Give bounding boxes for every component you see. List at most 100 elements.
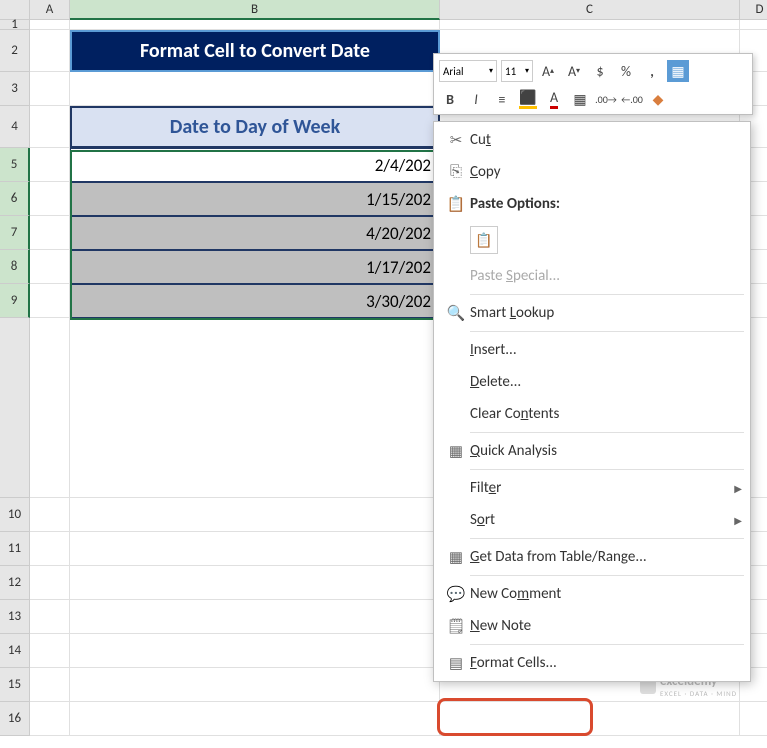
row-header-3[interactable]: 3 xyxy=(0,72,30,106)
table-header-cell[interactable]: Date to Day of Week xyxy=(70,106,440,148)
align-icon[interactable]: ≡ xyxy=(491,88,513,110)
data-cell[interactable]: 4/20/202 xyxy=(70,216,440,250)
title-cell[interactable]: Format Cell to Convert Date xyxy=(70,30,440,72)
menu-new-comment[interactable]: 💬 New Comment xyxy=(434,578,750,610)
cell[interactable] xyxy=(30,498,70,532)
col-header-d[interactable]: D xyxy=(740,0,767,20)
row-header-6[interactable]: 6 xyxy=(0,182,30,216)
row-header-4[interactable]: 4 xyxy=(0,106,30,148)
menu-quick-analysis[interactable]: ▦ Quick Analysis xyxy=(434,435,750,467)
menu-insert[interactable]: Insert... xyxy=(434,334,750,366)
row-header-1[interactable]: 1 xyxy=(0,20,30,30)
increase-font-icon[interactable]: A▴ xyxy=(537,60,559,82)
cell[interactable] xyxy=(30,600,70,634)
row-header-9[interactable]: 9 xyxy=(0,284,30,318)
bold-icon[interactable]: B xyxy=(439,88,461,110)
font-color-icon[interactable]: A xyxy=(543,88,565,110)
decrease-font-icon[interactable]: A▾ xyxy=(563,60,585,82)
row-header-5[interactable]: 5 xyxy=(0,148,30,182)
cell[interactable] xyxy=(30,148,70,182)
cell[interactable] xyxy=(30,72,70,106)
menu-separator xyxy=(470,538,744,539)
cell[interactable] xyxy=(70,532,440,566)
menu-cut[interactable]: ✂ Cut xyxy=(434,124,750,156)
cell[interactable] xyxy=(70,498,440,532)
cell[interactable] xyxy=(70,566,440,600)
col-header-c[interactable]: C xyxy=(440,0,740,20)
row-header-10[interactable]: 10 xyxy=(0,498,30,532)
menu-smart-lookup[interactable]: 🔍 Smart Lookup xyxy=(434,297,750,329)
cell[interactable] xyxy=(30,566,70,600)
format-painter-icon[interactable]: ▦ xyxy=(667,60,689,82)
clear-format-icon[interactable]: ◆ xyxy=(647,88,669,110)
menu-sort[interactable]: Sort ▶ xyxy=(434,504,750,536)
row-header-16[interactable]: 16 xyxy=(0,702,30,736)
menu-label: Quick Analysis xyxy=(470,442,742,460)
col-header-b[interactable]: B xyxy=(70,0,440,20)
menu-label: Filter xyxy=(470,479,734,497)
data-cell[interactable]: 3/30/202 xyxy=(70,284,440,318)
cell[interactable] xyxy=(30,250,70,284)
menu-separator xyxy=(470,294,744,295)
menu-get-data[interactable]: ▦ Get Data from Table/Range... xyxy=(434,541,750,573)
copy-icon: ⎘ xyxy=(442,163,470,181)
cell[interactable] xyxy=(70,634,440,668)
cell[interactable] xyxy=(30,318,70,498)
menu-format-cells[interactable]: ▤ Format Cells... xyxy=(434,647,750,679)
paste-option-row: 📋 xyxy=(434,220,750,260)
cell[interactable] xyxy=(70,20,440,30)
paste-default-icon[interactable]: 📋 xyxy=(470,226,498,254)
col-header-a[interactable]: A xyxy=(30,0,70,20)
menu-filter[interactable]: Filter ▶ xyxy=(434,472,750,504)
cell[interactable] xyxy=(70,600,440,634)
cell[interactable] xyxy=(30,668,70,702)
cell[interactable] xyxy=(740,702,767,736)
cell[interactable] xyxy=(30,182,70,216)
cell[interactable] xyxy=(70,668,440,702)
cell[interactable] xyxy=(440,702,740,736)
menu-label: Format Cells... xyxy=(470,654,742,672)
italic-icon[interactable]: I xyxy=(465,88,487,110)
menu-clear-contents[interactable]: Clear Contents xyxy=(434,398,750,430)
cell[interactable] xyxy=(30,532,70,566)
cell[interactable] xyxy=(70,318,440,498)
cell[interactable] xyxy=(440,20,740,30)
cell[interactable] xyxy=(30,30,70,72)
accounting-format-icon[interactable]: $ xyxy=(589,60,611,82)
row-header-8[interactable]: 8 xyxy=(0,250,30,284)
row-header-2[interactable]: 2 xyxy=(0,30,30,72)
font-dropdown[interactable]: Arial xyxy=(439,60,497,82)
comment-icon: 💬 xyxy=(442,585,470,604)
decrease-decimal-icon[interactable]: ←.00 xyxy=(621,88,643,110)
row-header-7[interactable]: 7 xyxy=(0,216,30,250)
menu-new-note[interactable]: 🗒 New Note xyxy=(434,610,750,642)
cell[interactable] xyxy=(30,216,70,250)
cell[interactable] xyxy=(70,702,440,736)
menu-delete[interactable]: Delete... xyxy=(434,366,750,398)
row-header-15[interactable]: 15 xyxy=(0,668,30,702)
clipboard-icon: 📋 xyxy=(442,195,470,214)
data-cell[interactable]: 2/4/202 xyxy=(70,148,440,182)
data-cell[interactable]: 1/17/202 xyxy=(70,250,440,284)
fill-color-icon[interactable]: ⬛ xyxy=(517,88,539,110)
row-header-11[interactable]: 11 xyxy=(0,532,30,566)
borders-icon[interactable]: ▦ xyxy=(569,88,591,110)
cell[interactable] xyxy=(30,106,70,148)
cell[interactable] xyxy=(30,284,70,318)
font-size-dropdown[interactable]: 11 xyxy=(501,60,533,82)
increase-decimal-icon[interactable]: .00→ xyxy=(595,88,617,110)
cell[interactable] xyxy=(740,20,767,30)
cell[interactable] xyxy=(30,702,70,736)
comma-format-icon[interactable]: , xyxy=(641,60,663,82)
data-cell[interactable]: 1/15/202 xyxy=(70,182,440,216)
menu-separator xyxy=(470,575,744,576)
row-header-12[interactable]: 12 xyxy=(0,566,30,600)
cell[interactable] xyxy=(30,634,70,668)
format-cells-icon: ▤ xyxy=(442,654,470,673)
cell[interactable] xyxy=(70,72,440,106)
row-header-13[interactable]: 13 xyxy=(0,600,30,634)
cell[interactable] xyxy=(30,20,70,30)
row-header-14[interactable]: 14 xyxy=(0,634,30,668)
menu-copy[interactable]: ⎘ Copy xyxy=(434,156,750,188)
percent-format-icon[interactable]: % xyxy=(615,60,637,82)
